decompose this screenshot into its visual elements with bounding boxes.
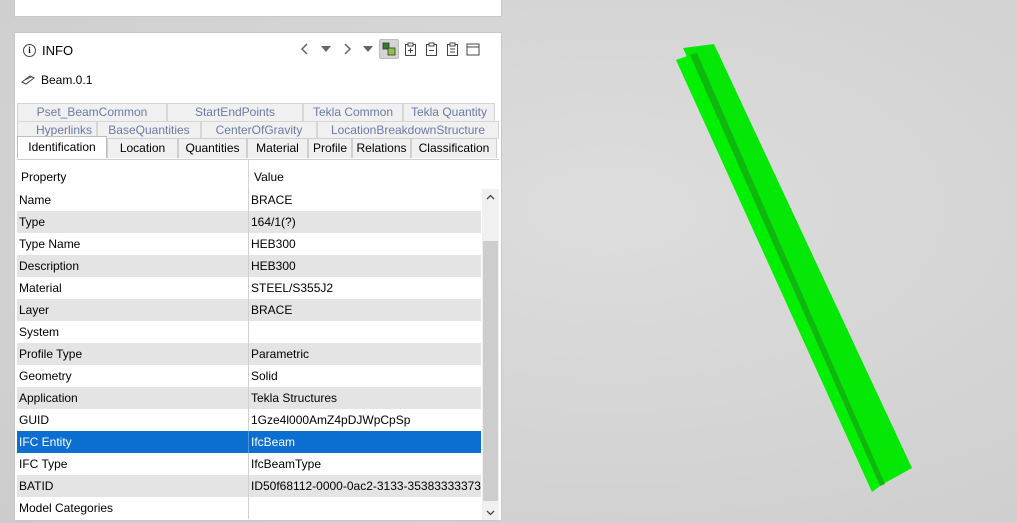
value-cell: Tekla Structures: [251, 391, 338, 405]
tab-material[interactable]: Material: [247, 138, 308, 158]
beam-icon: [21, 75, 35, 85]
chevron-left-icon[interactable]: [295, 39, 315, 59]
scrollbar-thumb[interactable]: [483, 241, 498, 501]
property-cell: Layer: [17, 299, 249, 321]
info-panel: i INFO Beam.0.1 Pset_BeamCommon StartEnd…: [14, 32, 502, 521]
table-row[interactable]: Material STEEL/S355J2: [17, 277, 481, 299]
value-cell: BRACE: [251, 193, 293, 207]
table-row[interactable]: Layer BRACE: [17, 299, 481, 321]
property-cell: IFC Type: [17, 453, 249, 475]
property-table: Property Value Name BRACE Type 164/1(?) Type…: [17, 159, 499, 520]
property-cell: GUID: [17, 409, 249, 431]
tab-tekla-common[interactable]: Tekla Common: [303, 103, 403, 121]
tab-locationbreakdownstructure[interactable]: LocationBreakdownStructure: [317, 121, 499, 139]
scroll-down-arrow-icon[interactable]: [482, 505, 499, 520]
table-row[interactable]: Name BRACE: [17, 189, 481, 211]
value-cell: [249, 321, 481, 343]
property-cell: Material: [17, 277, 249, 299]
property-set-tabs: Pset_BeamCommon StartEndPoints Tekla Com…: [17, 103, 499, 159]
tab-centerofgravity[interactable]: CenterOfGravity: [201, 121, 317, 139]
tab-profile[interactable]: Profile: [308, 138, 352, 158]
property-cell: Name: [17, 189, 249, 211]
tab-identification[interactable]: Identification: [17, 136, 107, 158]
info-toolbar: [295, 39, 484, 59]
beam-web-edge: [690, 53, 885, 486]
property-cell: IFC Entity: [17, 431, 249, 453]
value-cell: IfcBeamType: [251, 457, 322, 471]
table-row[interactable]: Description HEB300: [17, 255, 481, 277]
table-row[interactable]: GUID 1Gze4l000AmZ4pDJWpCpSp: [17, 409, 481, 431]
tab-row-3: Identification Location Quantities Mater…: [17, 136, 497, 158]
vertical-scrollbar[interactable]: [482, 189, 499, 520]
table-row[interactable]: IFC Entity IfcBeam: [17, 431, 481, 453]
property-cell: BATID: [17, 475, 249, 497]
entity-name: Beam.0.1: [41, 73, 93, 87]
table-row[interactable]: Profile Type Parametric: [17, 343, 481, 365]
value-cell: [249, 497, 481, 519]
table-row[interactable]: IFC Type IfcBeamType: [17, 453, 481, 475]
table-row[interactable]: Application Tekla Structures: [17, 387, 481, 409]
table-row[interactable]: BATID ID50f68112-0000-0ac2-3133-353833333…: [17, 475, 481, 497]
clipboard-icon[interactable]: [442, 39, 462, 59]
upper-panel: [14, 0, 502, 17]
tab-classification[interactable]: Classification: [411, 138, 497, 158]
property-cell: Type Name: [17, 233, 249, 255]
property-cell: Profile Type: [17, 343, 249, 365]
tab-relations[interactable]: Relations: [352, 138, 411, 158]
table-header: Property Value: [17, 160, 481, 189]
table-row[interactable]: Type Name HEB300: [17, 233, 481, 255]
value-cell: 164/1(?): [251, 215, 296, 229]
value-cell: 1Gze4l000AmZ4pDJWpCpSp: [251, 413, 411, 427]
beam-flange-front[interactable]: [676, 55, 880, 492]
property-cell: Geometry: [17, 365, 249, 387]
value-cell: ID50f68112-0000-0ac2-3133-353833333733: [251, 479, 481, 493]
property-cell: Model Categories: [17, 497, 249, 519]
table-row[interactable]: Geometry Solid: [17, 365, 481, 387]
spatial-tree-icon[interactable]: [379, 39, 399, 59]
triangle-down-icon[interactable]: [316, 39, 336, 59]
tab-tekla-quantity[interactable]: Tekla Quantity: [403, 103, 495, 121]
property-cell: Type: [17, 211, 249, 233]
value-cell: BRACE: [251, 303, 293, 317]
value-cell: HEB300: [251, 237, 296, 251]
info-header: i INFO: [15, 33, 501, 67]
value-cell: HEB300: [251, 259, 296, 273]
tab-basequantities[interactable]: BaseQuantities: [97, 121, 201, 139]
window-icon[interactable]: [463, 39, 483, 59]
value-cell: Parametric: [251, 347, 310, 361]
tab-location[interactable]: Location: [107, 138, 178, 158]
column-header-value[interactable]: Value: [249, 160, 481, 189]
triangle-down-icon[interactable]: [358, 39, 378, 59]
clipboard-add-icon[interactable]: [400, 39, 420, 59]
tab-startendpoints[interactable]: StartEndPoints: [167, 103, 303, 121]
chevron-right-icon[interactable]: [337, 39, 357, 59]
clipboard-remove-icon[interactable]: [421, 39, 441, 59]
table-row[interactable]: System: [17, 321, 481, 343]
value-cell: STEEL/S355J2: [251, 281, 334, 295]
property-cell: Application: [17, 387, 249, 409]
info-icon: i: [23, 44, 36, 57]
tab-row-1: Pset_BeamCommon StartEndPoints Tekla Com…: [17, 103, 495, 121]
scroll-up-arrow-icon[interactable]: [482, 189, 499, 205]
table-body: Name BRACE Type 164/1(?) Type Name HEB300 Desc…: [17, 189, 481, 519]
info-title: i INFO: [23, 43, 73, 58]
column-header-property[interactable]: Property: [17, 160, 249, 189]
tab-pset-beamcommon[interactable]: Pset_BeamCommon: [17, 103, 167, 121]
entity-row: Beam.0.1: [21, 73, 92, 87]
info-title-text: INFO: [42, 43, 74, 58]
value-cell: IfcBeam: [251, 435, 296, 449]
property-cell: Description: [17, 255, 249, 277]
value-cell: Solid: [251, 369, 278, 383]
table-row[interactable]: Type 164/1(?): [17, 211, 481, 233]
table-row[interactable]: Model Categories: [17, 497, 481, 519]
tab-quantities[interactable]: Quantities: [178, 138, 247, 158]
property-cell: System: [17, 321, 249, 343]
